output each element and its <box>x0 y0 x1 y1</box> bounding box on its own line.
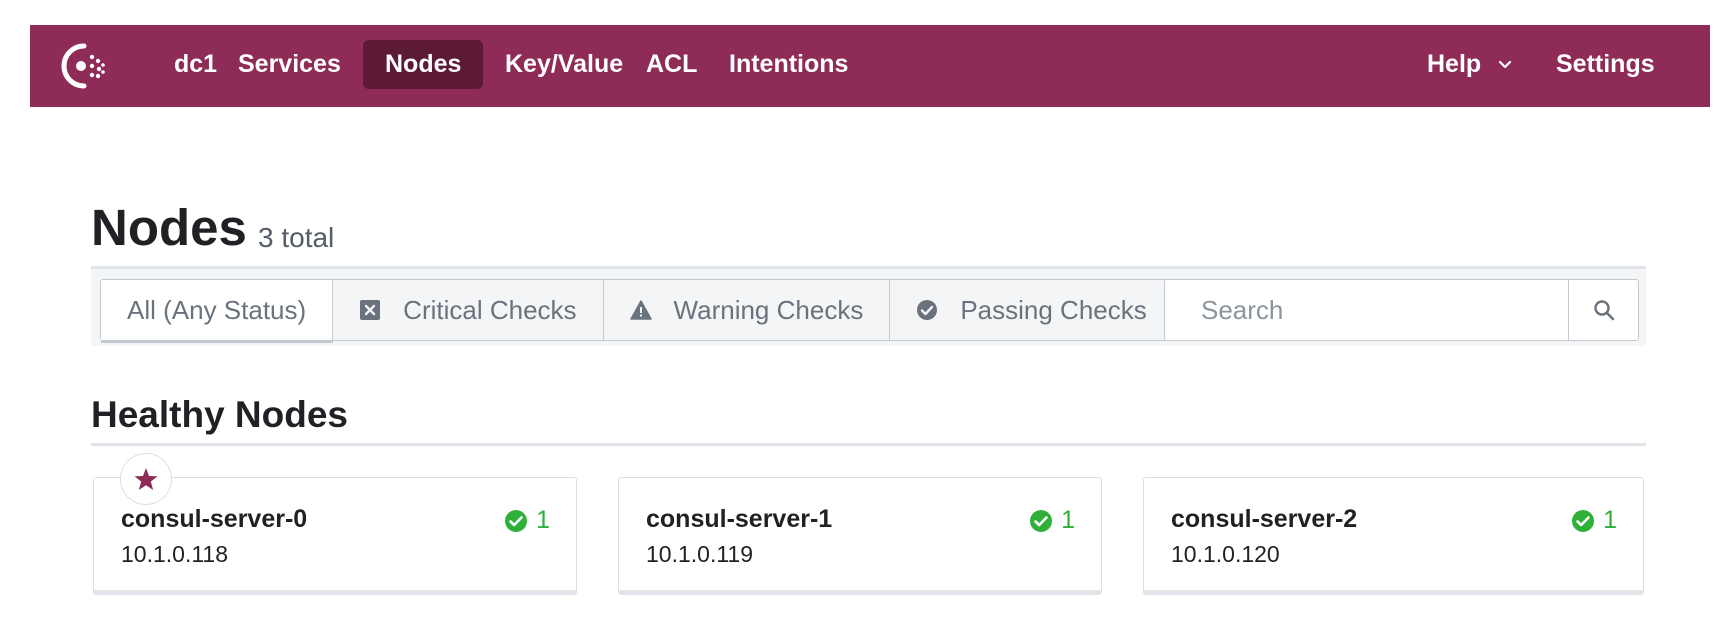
filter-critical-checks-label: Critical Checks <box>403 295 577 325</box>
nav-intentions[interactable]: Intentions <box>707 40 870 89</box>
check-circle-icon <box>505 509 528 532</box>
search-box <box>1164 279 1639 341</box>
nav-key-value[interactable]: Key/Value <box>483 40 645 89</box>
nav-help[interactable]: Help <box>1405 40 1534 89</box>
passing-count: 1 <box>1603 506 1617 534</box>
star-icon <box>134 468 158 490</box>
filter-all-status[interactable]: All (Any Status) <box>101 280 334 340</box>
node-address: 10.1.0.120 <box>1171 541 1280 567</box>
search-icon <box>1593 300 1614 321</box>
node-health-status: 1 <box>1571 506 1617 535</box>
passing-count: 1 <box>1061 506 1075 534</box>
nav-nodes[interactable]: Nodes <box>363 40 484 89</box>
filter-passing-checks[interactable]: Passing Checks <box>890 280 1172 340</box>
page-title: Nodes <box>91 199 247 256</box>
filter-all-status-label: All (Any Status) <box>127 295 307 325</box>
check-circle-icon <box>1572 509 1595 532</box>
node-health-status: 1 <box>1029 506 1075 535</box>
filter-warning-checks[interactable]: Warning Checks <box>604 280 891 340</box>
filter-critical-checks[interactable]: Critical Checks <box>333 280 604 340</box>
node-name: consul-server-0 <box>121 505 308 533</box>
nav-services[interactable]: Services <box>216 40 363 89</box>
warning-triangle-icon <box>629 300 652 320</box>
search-input[interactable] <box>1165 280 1568 340</box>
node-card[interactable]: consul-server-2 10.1.0.120 1 <box>1143 477 1644 595</box>
leader-badge <box>120 453 172 505</box>
nav-acl[interactable]: ACL <box>624 40 719 89</box>
search-button[interactable] <box>1568 280 1638 340</box>
nav-settings[interactable]: Settings <box>1534 40 1677 89</box>
check-circle-icon <box>1030 509 1053 532</box>
section-title-healthy-nodes: Healthy Nodes <box>91 394 349 435</box>
top-navigation-bar: dc1 Services Nodes Key/Value ACL Intenti… <box>30 25 1710 107</box>
check-circle-icon <box>917 300 938 320</box>
node-name: consul-server-2 <box>1171 505 1358 533</box>
filter-bar: All (Any Status) Critical Checks Warning… <box>91 266 1646 346</box>
section-divider <box>91 443 1646 446</box>
filter-warning-checks-label: Warning Checks <box>673 295 864 325</box>
node-address: 10.1.0.118 <box>121 541 229 567</box>
consul-logo-icon[interactable] <box>58 40 110 92</box>
passing-count: 1 <box>536 506 550 534</box>
x-square-icon <box>360 300 381 320</box>
page-total-count: 3 total <box>258 222 335 253</box>
nav-help-label: Help <box>1427 50 1482 78</box>
status-filter-group: All (Any Status) Critical Checks Warning… <box>100 279 1174 341</box>
node-address: 10.1.0.119 <box>646 541 754 567</box>
chevron-down-icon <box>1499 61 1512 69</box>
node-card[interactable]: consul-server-1 10.1.0.119 1 <box>618 477 1102 595</box>
node-health-status: 1 <box>504 506 550 535</box>
filter-passing-checks-label: Passing Checks <box>960 295 1147 325</box>
node-name: consul-server-1 <box>646 505 833 533</box>
